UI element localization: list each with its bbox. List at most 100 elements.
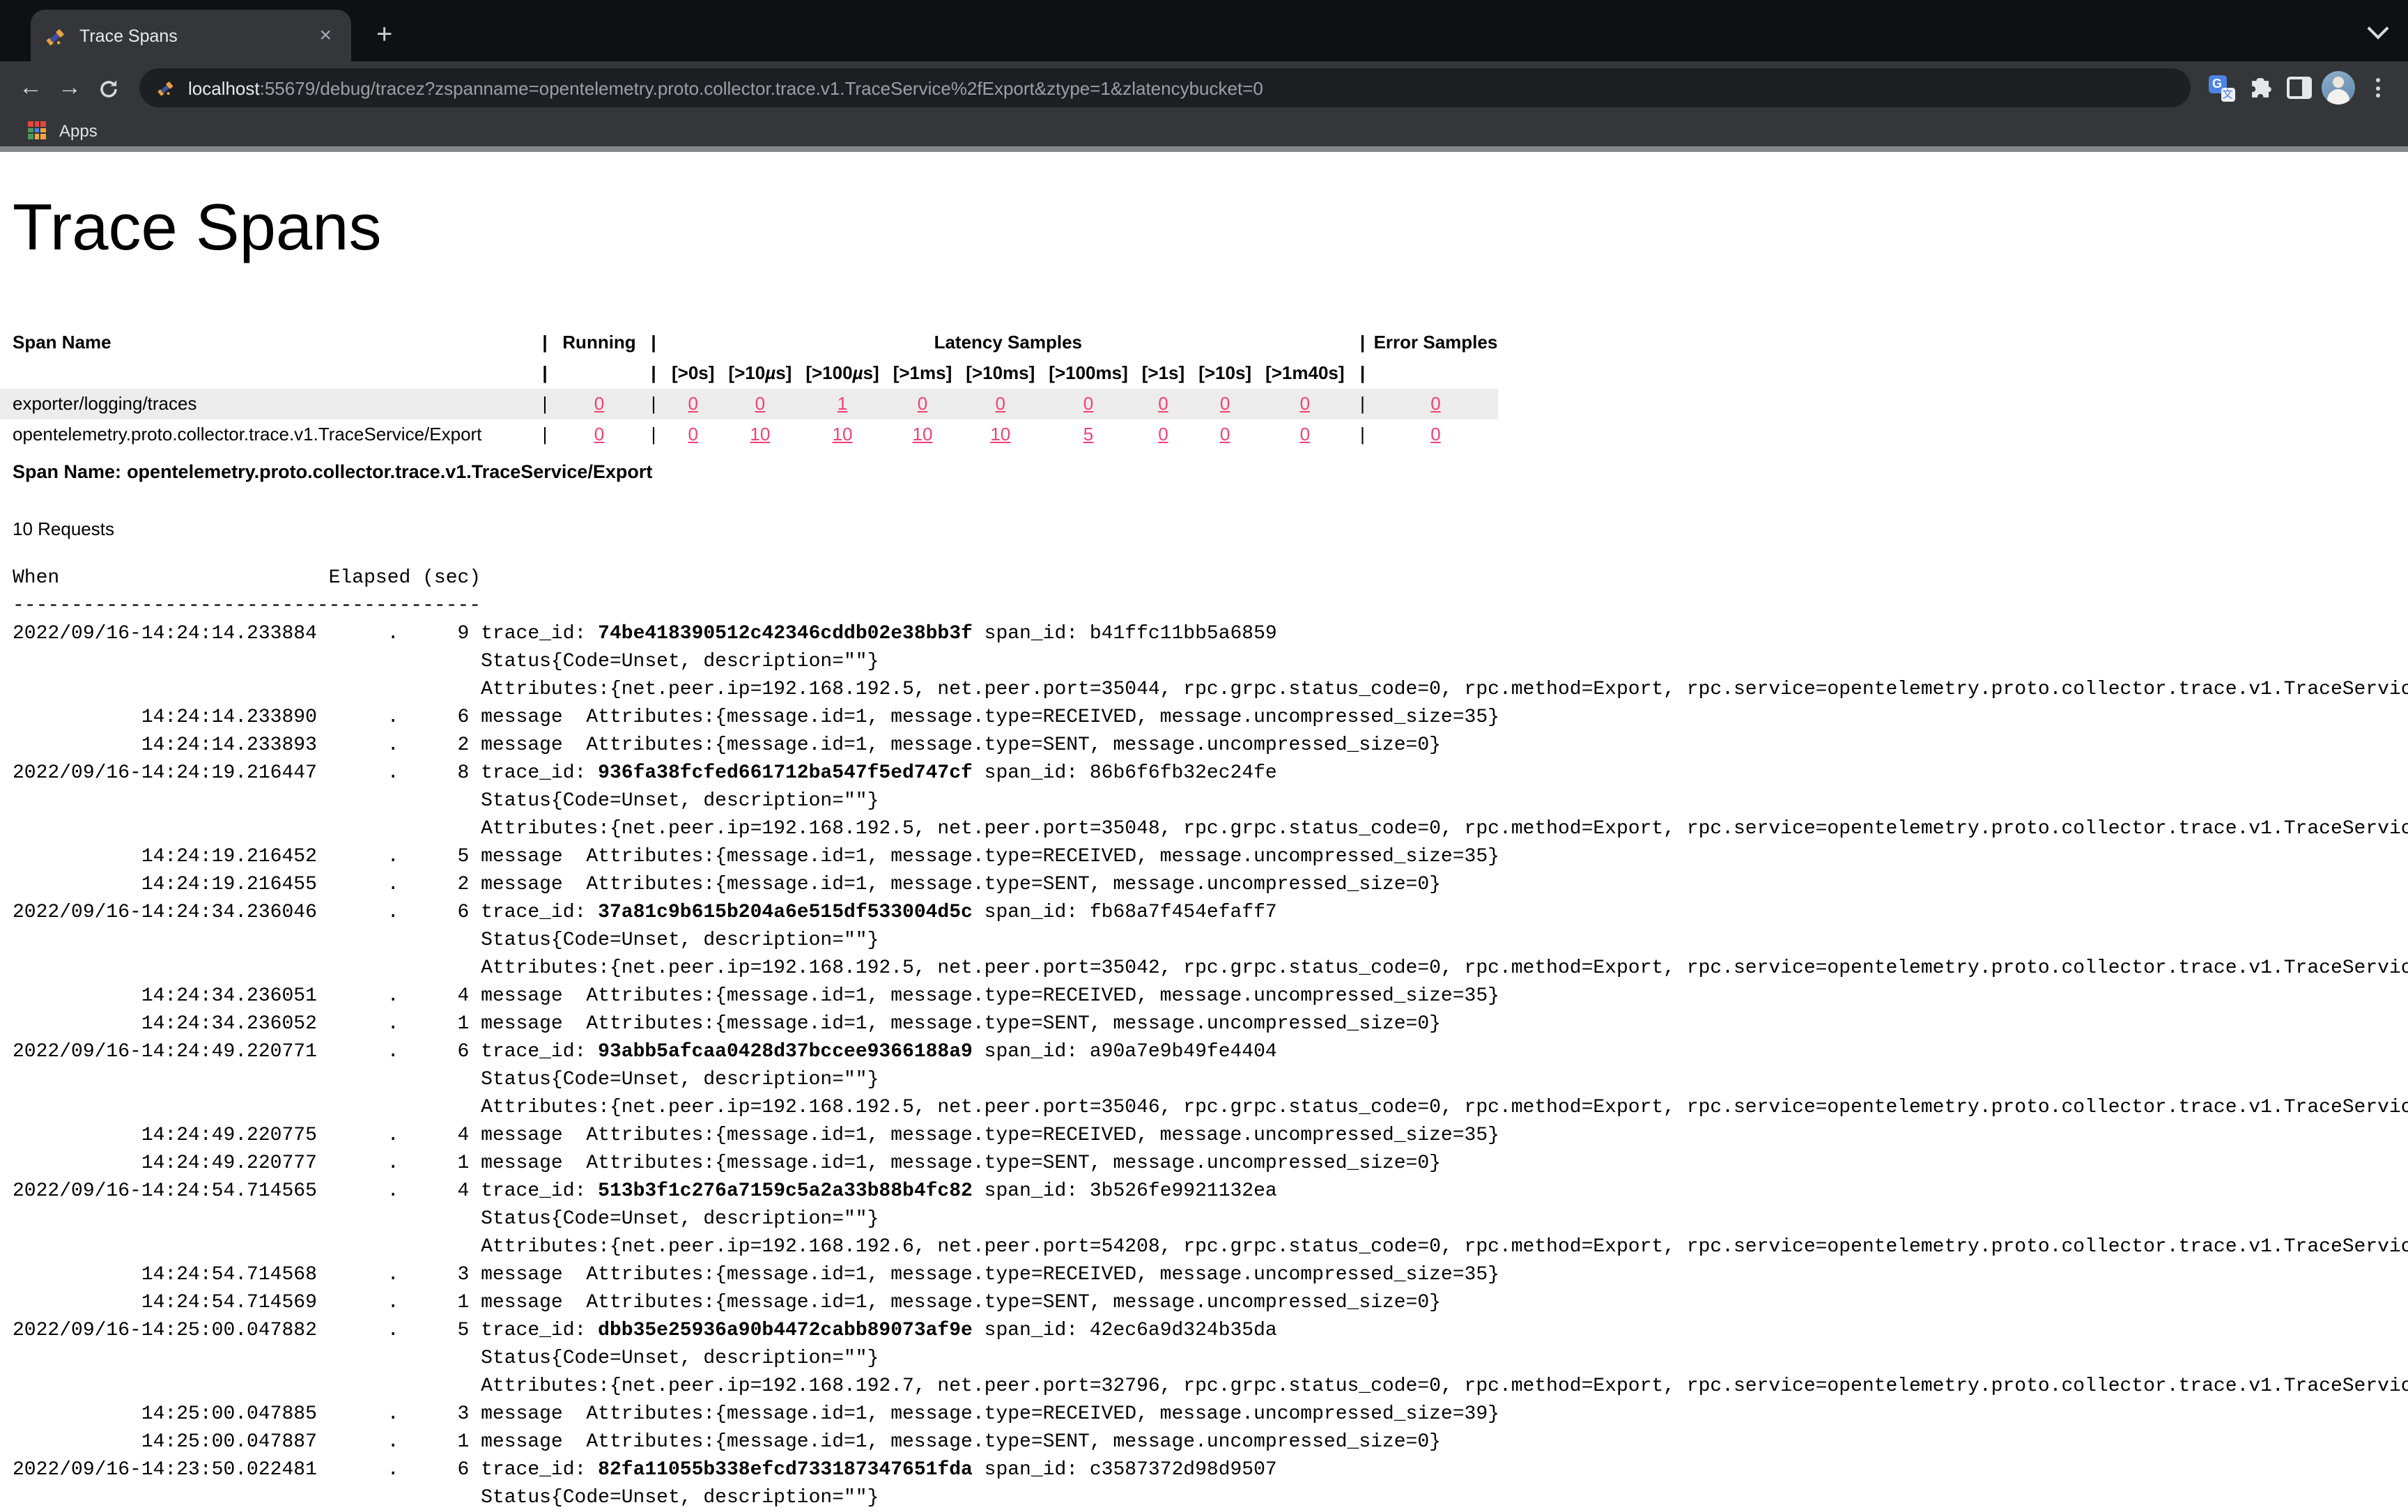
latency-count-cell: 10 — [721, 419, 798, 450]
col-header-latency-samples: Latency Samples — [665, 327, 1352, 358]
latency-count-cell: 0 — [1042, 389, 1134, 419]
profile-button[interactable] — [2319, 68, 2358, 107]
summary-table-row: opentelemetry.proto.collector.trace.v1.T… — [0, 419, 1497, 450]
apps-grid-square — [40, 134, 45, 139]
latency-count-cell: 0 — [665, 419, 721, 450]
latency-count-link[interactable]: 0 — [688, 393, 697, 414]
browser-menu-button[interactable] — [2358, 68, 2397, 107]
column-separator: | — [534, 358, 556, 389]
extensions-button[interactable] — [2241, 68, 2280, 107]
summary-header-row: Span Name|Running|Latency Samples|Error … — [0, 327, 1497, 358]
apps-grid-square — [28, 134, 33, 139]
latency-bucket-label: [>1s] — [1135, 358, 1191, 389]
tracez-page: Trace Spans Span Name|Running|Latency Sa… — [0, 188, 2408, 1512]
chrome-page-divider — [0, 146, 2408, 152]
column-separator: | — [642, 419, 665, 450]
telescope-favicon-icon — [45, 24, 67, 47]
latency-count-link[interactable]: 0 — [755, 393, 765, 414]
latency-count-link[interactable]: 1 — [838, 393, 847, 414]
latency-count-cell: 10 — [798, 419, 886, 450]
latency-count-cell: 0 — [721, 389, 798, 419]
latency-count-link[interactable]: 5 — [1083, 424, 1093, 445]
translate-button[interactable]: G 文 — [2202, 68, 2241, 107]
latency-count-cell: 0 — [1191, 419, 1258, 450]
latency-count-link[interactable]: 0 — [918, 393, 927, 414]
latency-count-link[interactable]: 10 — [913, 424, 933, 445]
latency-count-link[interactable]: 0 — [688, 424, 697, 445]
latency-count-link[interactable]: 0 — [996, 393, 1005, 414]
apps-label[interactable]: Apps — [59, 121, 98, 140]
running-cell: 0 — [556, 419, 642, 450]
apps-grid-square — [34, 134, 39, 139]
latency-count-link[interactable]: 0 — [1220, 393, 1230, 414]
running-count-link[interactable]: 0 — [594, 393, 604, 414]
translate-icon: G 文 — [2208, 75, 2235, 101]
latency-count-cell: 0 — [665, 389, 721, 419]
running-cell: 0 — [556, 389, 642, 419]
puzzle-icon — [2247, 75, 2274, 101]
column-separator: | — [1352, 327, 1374, 358]
latency-count-cell: 0 — [1258, 389, 1351, 419]
reload-button[interactable] — [89, 74, 128, 102]
latency-count-cell: 10 — [886, 419, 959, 450]
apps-grid-square — [28, 122, 33, 127]
latency-bucket-label: [>100ms] — [1042, 358, 1134, 389]
spacer-cell — [0, 358, 534, 389]
browser-tab[interactable]: Trace Spans × — [31, 10, 351, 61]
latency-count-link[interactable]: 10 — [750, 424, 770, 445]
bucket-header-row: ||[>0s][>10µs][>100µs][>1ms][>10ms][>100… — [0, 358, 1497, 389]
span-name-cell: opentelemetry.proto.collector.trace.v1.T… — [0, 419, 534, 450]
summary-table-body: exporter/logging/traces|0|001000000|0ope… — [0, 389, 1497, 450]
col-header-running: Running — [556, 327, 642, 358]
url-address-bar[interactable]: localhost:55679/debug/tracez?zspanname=o… — [139, 68, 2191, 107]
column-separator: | — [642, 327, 665, 358]
back-button[interactable]: ← — [11, 74, 50, 102]
span-name-heading: Span Name:opentelemetry.proto.collector.… — [13, 461, 2408, 482]
column-separator: | — [1352, 358, 1374, 389]
forward-button[interactable]: → — [50, 74, 89, 102]
profile-avatar — [2322, 71, 2355, 105]
bookmarks-bar: Apps — [0, 114, 2408, 146]
error-count-link[interactable]: 0 — [1430, 393, 1440, 414]
side-panel-button[interactable] — [2280, 68, 2319, 107]
requests-count: 10 Requests — [13, 518, 2408, 539]
latency-count-link[interactable]: 0 — [1300, 424, 1310, 445]
span-name-cell: exporter/logging/traces — [0, 389, 534, 419]
latency-bucket-label: [>1m40s] — [1258, 358, 1351, 389]
column-separator: | — [534, 327, 556, 358]
latency-count-link[interactable]: 0 — [1300, 393, 1310, 414]
column-separator: | — [642, 389, 665, 419]
telescope-favicon-icon — [156, 78, 176, 98]
latency-count-cell: 0 — [1135, 389, 1191, 419]
latency-count-link[interactable]: 10 — [833, 424, 853, 445]
new-tab-button[interactable]: + — [376, 21, 392, 49]
latency-count-link[interactable]: 0 — [1158, 424, 1168, 445]
side-panel-icon — [2287, 77, 2312, 99]
latency-count-link[interactable]: 10 — [990, 424, 1010, 445]
running-count-link[interactable]: 0 — [594, 424, 604, 445]
latency-bucket-label: [>10µs] — [721, 358, 798, 389]
col-header-span-name: Span Name — [0, 327, 534, 358]
error-count-link[interactable]: 0 — [1430, 424, 1440, 445]
browser-window: Trace Spans × + ← → localhost:556 — [0, 0, 2408, 1505]
latency-bucket-label: [>10ms] — [959, 358, 1042, 389]
tab-strip: Trace Spans × + — [0, 0, 2408, 61]
latency-bucket-label: [>0s] — [665, 358, 721, 389]
apps-grid-square — [34, 122, 39, 127]
latency-count-link[interactable]: 0 — [1158, 393, 1168, 414]
latency-count-cell: 0 — [886, 389, 959, 419]
three-dot-menu-icon — [2375, 78, 2379, 98]
tab-strip-chevron-icon[interactable] — [2367, 17, 2388, 39]
latency-count-link[interactable]: 0 — [1220, 424, 1230, 445]
apps-grid-square — [40, 122, 45, 127]
navigation-bar: ← → localhost:55679/debug/tracez?zspanna… — [0, 61, 2408, 114]
spacer-cell — [1374, 358, 1498, 389]
apps-grid-icon[interactable] — [28, 122, 45, 139]
column-separator: | — [534, 419, 556, 450]
latency-count-cell: 1 — [798, 389, 886, 419]
latency-count-cell: 0 — [959, 389, 1042, 419]
latency-count-link[interactable]: 0 — [1083, 393, 1093, 414]
tab-close-icon[interactable]: × — [314, 22, 337, 49]
latency-count-cell: 0 — [1135, 419, 1191, 450]
column-separator: | — [1352, 389, 1374, 419]
